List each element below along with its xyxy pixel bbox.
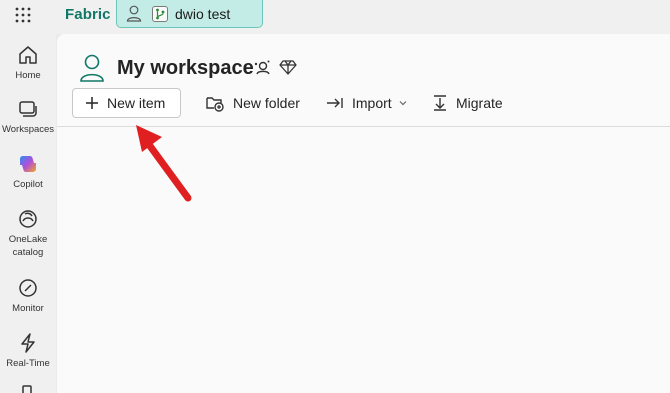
left-rail: Home Workspaces Copilot OneLake catalog … [0, 34, 56, 393]
real-time-icon [21, 333, 35, 353]
rail-item-label: Copilot [13, 179, 43, 190]
rail-item-copilot[interactable]: Copilot [0, 153, 56, 191]
rail-item-label: Real-Time [6, 358, 50, 369]
rail-item-label: Monitor [12, 303, 44, 314]
new-folder-button[interactable]: New folder [205, 88, 300, 118]
migrate-button[interactable]: Migrate [432, 88, 503, 118]
rail-item-workspaces[interactable]: Workspaces [0, 98, 56, 136]
workspace-avatar-icon [80, 54, 104, 82]
new-folder-icon [206, 97, 224, 112]
workspaces-icon [19, 101, 37, 117]
new-folder-label: New folder [233, 95, 300, 111]
rail-item-home[interactable]: Home [0, 44, 56, 82]
rail-item-label: Workspaces [1, 124, 55, 135]
new-item-label: New item [107, 95, 166, 111]
premium-diamond-icon[interactable] [279, 58, 297, 76]
workspace-chip[interactable]: dwio test [116, 0, 263, 28]
rail-item-real-time[interactable]: Real-Time [0, 332, 56, 370]
main-content: My workspace New item New folder Import … [57, 34, 670, 393]
rail-item-monitor[interactable]: Monitor [0, 277, 56, 315]
rail-item-onelake-catalog[interactable]: OneLake catalog [0, 208, 56, 259]
copilot-icon [20, 156, 36, 172]
brand-name[interactable]: Fabric [65, 6, 111, 23]
home-icon [19, 46, 37, 64]
rail-item-label: OneLake [8, 234, 48, 245]
app-launcher-icon[interactable] [14, 6, 32, 24]
top-bar: Fabric dwio test [0, 0, 670, 34]
more-rail-icon[interactable] [17, 384, 39, 393]
chevron-down-icon [399, 101, 407, 106]
monitor-icon [19, 279, 37, 297]
workspace-settings-icon[interactable] [252, 58, 272, 78]
migrate-icon [434, 95, 446, 111]
import-arrow-icon [327, 98, 343, 108]
plus-icon [86, 97, 98, 109]
annotation-arrow-icon [136, 125, 192, 202]
migrate-label: Migrate [456, 95, 503, 111]
person-icon [126, 5, 142, 22]
rail-item-label: Home [15, 70, 41, 81]
onelake-catalog-icon [19, 210, 37, 228]
import-dropdown[interactable]: Import [326, 88, 408, 118]
rail-item-label-line2: catalog [12, 247, 44, 258]
workspace-chip-label: dwio test [175, 6, 231, 22]
page-title: My workspace [117, 57, 254, 79]
import-label: Import [352, 95, 392, 111]
git-branch-icon [152, 6, 168, 22]
new-item-button[interactable]: New item [72, 88, 181, 118]
